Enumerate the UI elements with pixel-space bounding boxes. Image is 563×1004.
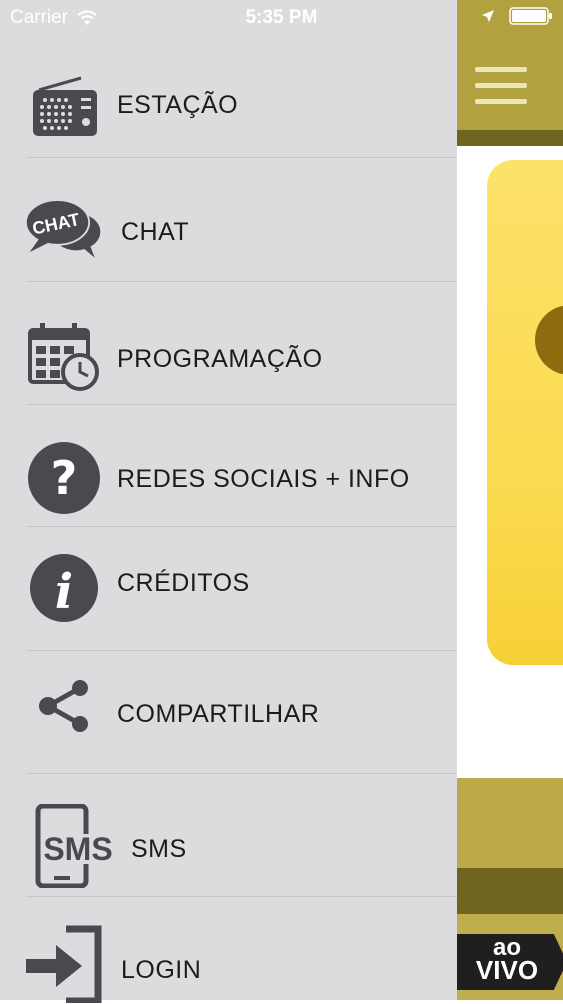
- header-strip: [457, 130, 563, 146]
- svg-text:i: i: [55, 564, 73, 620]
- menu-divider: [26, 404, 457, 405]
- sms-icon-text: SMS: [43, 831, 112, 867]
- question-circle-icon: ?: [24, 438, 104, 518]
- menu-divider: [26, 526, 457, 527]
- menu-item-label: REDES SOCIAIS + INFO: [117, 465, 410, 493]
- status-right: [481, 7, 553, 25]
- menu-divider: [26, 157, 457, 158]
- menu-item-label: SMS: [131, 835, 187, 863]
- menu-item-chat[interactable]: CHAT CHAT: [0, 184, 457, 280]
- status-bar: Carrier 5:35 PM: [0, 0, 563, 38]
- chat-bubbles-icon: CHAT: [24, 188, 104, 268]
- sms-phone-icon: SMS: [32, 804, 120, 888]
- menu-divider: [26, 773, 457, 774]
- calendar-clock-icon: [24, 316, 104, 396]
- menu-item-sms[interactable]: SMS SMS: [0, 800, 457, 896]
- svg-text:?: ?: [51, 451, 78, 505]
- side-menu: ESTAÇÃO CHAT CHAT PROGRAMAÇÃO ? REDES SO…: [0, 0, 457, 1003]
- menu-item-label: CRÉDITOS: [117, 569, 250, 597]
- login-arrow-icon: [24, 924, 104, 1004]
- hamburger-menu-icon[interactable]: [475, 67, 527, 109]
- menu-divider: [26, 281, 457, 282]
- menu-item-compartilhar[interactable]: COMPARTILHAR: [0, 664, 457, 772]
- background-app: ao VIVO: [457, 0, 563, 1000]
- menu-item-creditos[interactable]: i CRÉDITOS: [0, 546, 457, 650]
- menu-item-label: PROGRAMAÇÃO: [117, 345, 323, 373]
- location-arrow-icon: [482, 10, 494, 22]
- menu-divider: [26, 896, 457, 897]
- live-badge[interactable]: ao VIVO: [457, 934, 563, 990]
- menu-item-estacao[interactable]: ESTAÇÃO: [0, 60, 457, 156]
- menu-item-label: ESTAÇÃO: [117, 91, 239, 119]
- status-time: 5:35 PM: [245, 7, 318, 28]
- menu-item-label: COMPARTILHAR: [117, 700, 320, 728]
- app-bottom-bar: [457, 868, 563, 914]
- app-lower-panel: [457, 778, 563, 868]
- menu-item-login[interactable]: LOGIN: [0, 922, 457, 1003]
- menu-item-programacao[interactable]: PROGRAMAÇÃO: [0, 312, 457, 404]
- radio-icon: [24, 68, 104, 148]
- menu-item-redes-sociais[interactable]: ? REDES SOCIAIS + INFO: [0, 432, 457, 526]
- player-card: [487, 160, 563, 665]
- menu-divider: [26, 650, 457, 651]
- battery-icon: [509, 7, 552, 25]
- menu-item-label: CHAT: [121, 218, 190, 246]
- menu-item-label: LOGIN: [121, 956, 202, 984]
- info-circle-icon: i: [24, 548, 104, 628]
- share-icon: [24, 666, 104, 746]
- live-badge-line2: VIVO: [475, 955, 539, 985]
